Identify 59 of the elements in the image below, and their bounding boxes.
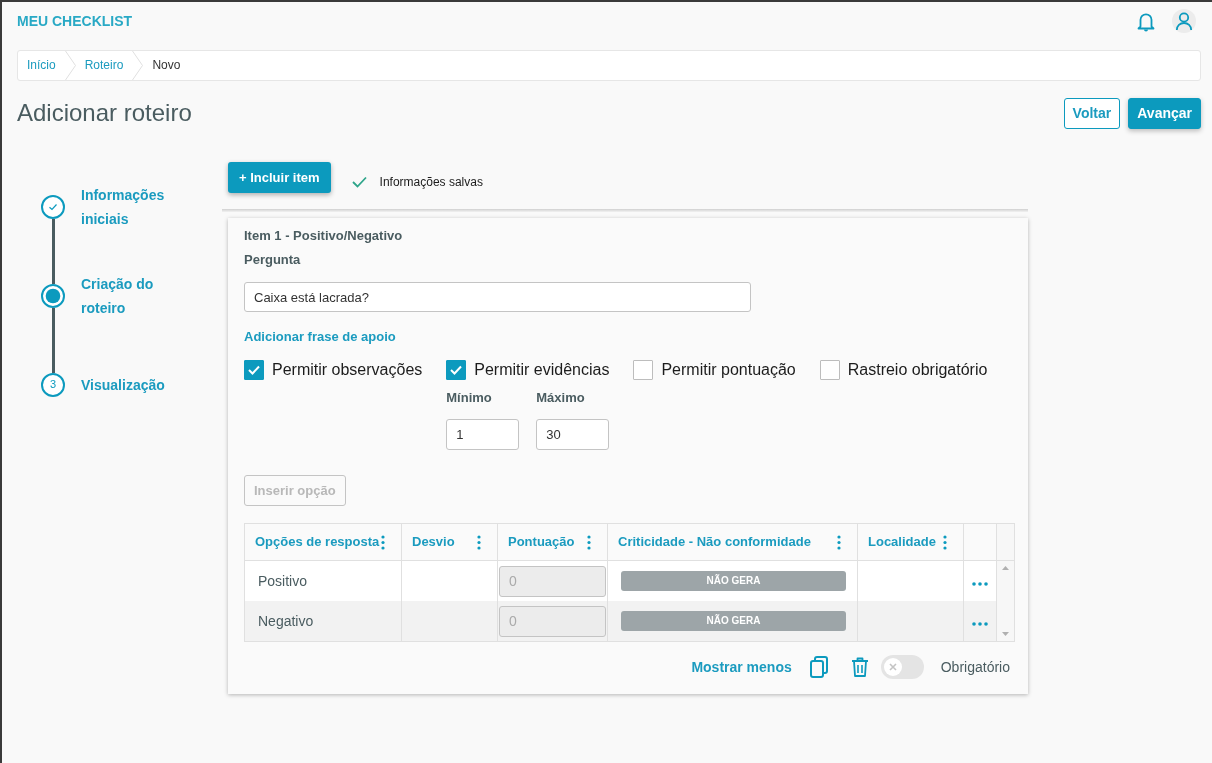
question-field[interactable]: Caixa está lacrada? <box>244 282 751 312</box>
field-label: Máximo <box>536 390 586 406</box>
checkbox[interactable] <box>633 360 654 380</box>
trash-icon[interactable] <box>850 657 869 677</box>
next-button[interactable]: Avançar <box>1128 97 1201 129</box>
save-status: Informações salvas <box>379 174 483 191</box>
check-icon <box>248 365 260 375</box>
field-label: Mínimo <box>446 390 493 406</box>
checkbox-label[interactable]: Rastreio obrigatório <box>847 360 988 380</box>
column-header[interactable]: Criticidade - Não conformidade <box>618 532 811 552</box>
kebab-menu-icon[interactable] <box>943 534 947 550</box>
bell-icon[interactable] <box>1137 10 1155 32</box>
criticality-badge: NÃO GERA <box>621 611 846 631</box>
toggle-switch[interactable] <box>880 655 924 679</box>
column-header[interactable]: Desvio <box>412 532 455 552</box>
kebab-menu-icon[interactable] <box>381 534 385 550</box>
field-label: Pergunta <box>244 251 302 269</box>
check-circle-icon[interactable] <box>41 194 65 219</box>
app-title: MEU CHECKLIST <box>17 11 133 31</box>
step-label[interactable]: Informações iniciais <box>81 182 181 231</box>
up-arrow-icon[interactable] <box>1002 566 1009 570</box>
kebab-menu-icon[interactable] <box>837 534 841 550</box>
kebab-menu-icon[interactable] <box>587 534 591 550</box>
checkbox[interactable] <box>446 360 467 380</box>
show-less-link[interactable]: Mostrar menos <box>691 656 792 678</box>
column-header[interactable]: Pontuação <box>508 532 575 552</box>
breadcrumb-link[interactable]: Roteiro <box>75 51 133 80</box>
checkbox[interactable] <box>244 360 264 380</box>
number-field[interactable]: 1 <box>446 419 520 450</box>
add-item-button[interactable]: + Incluir item <box>228 162 331 193</box>
dot-ring-icon[interactable] <box>41 283 65 308</box>
checkbox-label[interactable]: Permitir pontuação <box>661 360 796 380</box>
toggle-label: Obrigatório <box>940 657 1010 677</box>
back-button[interactable]: Voltar <box>1063 97 1121 129</box>
ellipsis-icon[interactable] <box>972 582 988 586</box>
toggle-knob-icon <box>883 658 902 676</box>
table-cell: Negativo <box>244 601 402 642</box>
ellipsis-icon[interactable] <box>972 622 988 626</box>
checkbox-label[interactable]: Permitir evidências <box>474 360 610 380</box>
column-header[interactable]: Localidade <box>868 532 936 552</box>
support-phrase-link[interactable]: Adicionar frase de apoio <box>244 328 396 346</box>
check-icon <box>450 365 463 375</box>
breadcrumb-link[interactable]: Início <box>18 51 65 80</box>
step-label[interactable]: Visualização <box>81 372 181 397</box>
checkbox-label[interactable]: Permitir observações <box>272 360 423 380</box>
criticality-badge: NÃO GERA <box>621 571 846 591</box>
number-field[interactable]: 30 <box>536 419 610 450</box>
step-label[interactable]: Criação do roteiro <box>81 271 181 320</box>
kebab-menu-icon[interactable] <box>477 534 481 550</box>
item-title: Item 1 - Positivo/Negativo <box>244 227 404 245</box>
page-title: Adicionar roteiro <box>17 98 192 128</box>
step-number[interactable]: 3 <box>41 372 65 397</box>
checkbox[interactable] <box>819 360 840 380</box>
check-icon <box>351 176 367 188</box>
column-header[interactable]: Opções de resposta <box>255 532 380 552</box>
down-arrow-icon[interactable] <box>1002 632 1009 636</box>
breadcrumb-current: Novo <box>151 57 182 74</box>
user-icon[interactable] <box>1172 9 1196 33</box>
copy-icon[interactable] <box>809 656 828 678</box>
